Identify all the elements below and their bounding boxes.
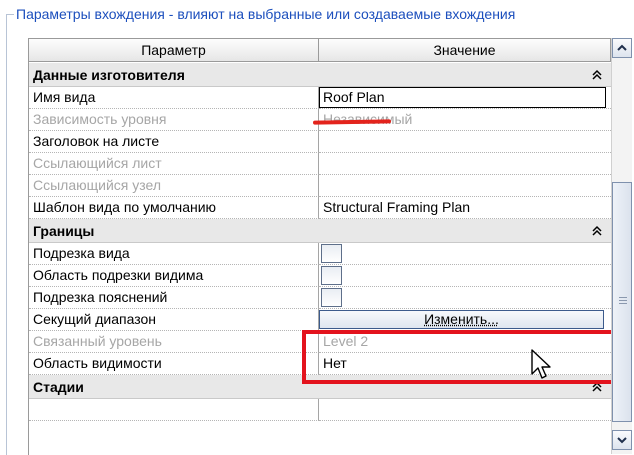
group-title: Параметры вхождения - влияют на выбранны… bbox=[14, 4, 518, 24]
param-value[interactable]: Structural Framing Plan bbox=[319, 197, 611, 219]
scroll-down-arrow-icon bbox=[617, 437, 627, 444]
scroll-up-button[interactable] bbox=[612, 38, 632, 58]
param-name: Имя вида bbox=[29, 87, 319, 109]
properties-grid: Параметр Значение Данные изготовителя Им… bbox=[28, 38, 611, 455]
grip-line bbox=[619, 300, 627, 301]
table-row[interactable]: Область подрезки видима bbox=[29, 265, 611, 287]
value-cell bbox=[319, 243, 611, 265]
table-row[interactable]: Заголовок на листе bbox=[29, 131, 611, 153]
table-row: Ссылающийся узел bbox=[29, 175, 611, 197]
param-value bbox=[319, 175, 611, 197]
scroll-down-button[interactable] bbox=[612, 430, 632, 450]
table-row[interactable]: Шаблон вида по умолчанию Structural Fram… bbox=[29, 197, 611, 219]
table-row[interactable]: Подрезка вида bbox=[29, 243, 611, 265]
param-name: Заголовок на листе bbox=[29, 131, 319, 153]
grid-header: Параметр Значение bbox=[29, 39, 611, 63]
scroll-up-arrow-icon bbox=[617, 44, 627, 51]
double-chevron-up-icon[interactable] bbox=[591, 225, 603, 237]
value-cell bbox=[319, 287, 611, 309]
grip-line bbox=[619, 297, 627, 298]
param-name: Ссылающийся лист bbox=[29, 153, 319, 175]
value-cell bbox=[319, 265, 611, 287]
param-name: Подрезка вида bbox=[29, 243, 319, 265]
param-name: Связанный уровень bbox=[29, 331, 319, 353]
crop-region-visible-checkbox[interactable] bbox=[321, 266, 342, 285]
crop-view-checkbox[interactable] bbox=[321, 244, 342, 263]
param-name bbox=[29, 399, 319, 421]
section-extents[interactable]: Границы bbox=[29, 219, 611, 243]
param-name: Область видимости bbox=[29, 353, 319, 375]
button-label: Изменить... bbox=[424, 311, 499, 327]
param-name: Ссылающийся узел bbox=[29, 175, 319, 197]
double-chevron-up-icon[interactable] bbox=[591, 69, 603, 81]
param-value bbox=[319, 153, 611, 175]
table-row[interactable]: Подрезка пояснений bbox=[29, 287, 611, 309]
table-row[interactable]: Имя вида Roof Plan bbox=[29, 87, 611, 109]
mouse-pointer-icon bbox=[531, 349, 551, 379]
section-title: Границы bbox=[33, 223, 95, 239]
section-title: Стадии bbox=[33, 379, 84, 395]
table-row[interactable] bbox=[29, 399, 611, 421]
section-manufacturer-data[interactable]: Данные изготовителя bbox=[29, 63, 611, 87]
param-name: Зависимость уровня bbox=[29, 109, 319, 131]
grip-line bbox=[619, 303, 627, 304]
param-value[interactable] bbox=[319, 399, 611, 421]
view-name-input[interactable]: Roof Plan bbox=[319, 87, 606, 108]
section-title: Данные изготовителя bbox=[33, 67, 185, 83]
group-box-border bbox=[6, 14, 15, 455]
scrollbar-thumb[interactable] bbox=[612, 182, 632, 422]
param-name: Шаблон вида по умолчанию bbox=[29, 197, 319, 219]
annotation-crop-checkbox[interactable] bbox=[321, 288, 342, 307]
param-column-header[interactable]: Параметр bbox=[29, 39, 319, 62]
param-name: Секущий диапазон bbox=[29, 309, 319, 331]
param-value[interactable] bbox=[319, 131, 611, 153]
param-name: Область подрезки видима bbox=[29, 265, 319, 287]
vertical-scrollbar[interactable] bbox=[611, 38, 632, 454]
table-row[interactable]: Секущий диапазон Изменить... bbox=[29, 309, 611, 331]
view-range-edit-button[interactable]: Изменить... bbox=[319, 310, 604, 329]
table-row: Ссылающийся лист bbox=[29, 153, 611, 175]
red-highlight-box bbox=[302, 330, 620, 384]
value-column-header[interactable]: Значение bbox=[319, 39, 611, 62]
param-name: Подрезка пояснений bbox=[29, 287, 319, 309]
